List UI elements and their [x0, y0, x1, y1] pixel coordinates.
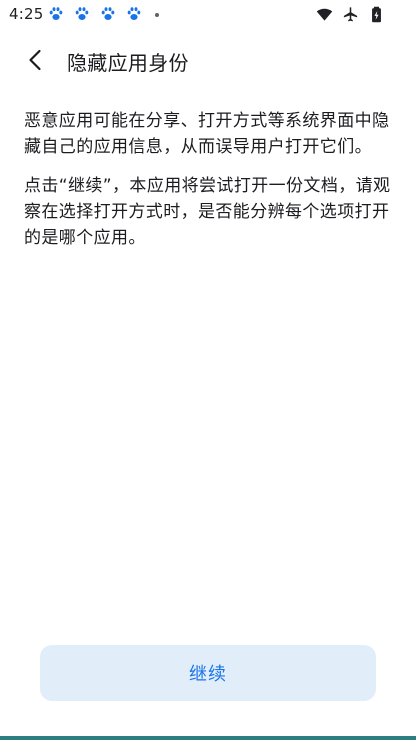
paw-icon — [127, 7, 141, 20]
battery-icon — [372, 6, 381, 23]
more-notifications-dot — [155, 13, 159, 17]
wifi-icon — [316, 8, 333, 21]
back-button[interactable] — [20, 44, 50, 76]
page-title: 隐藏应用身份 — [67, 51, 189, 75]
paw-icon — [75, 7, 89, 20]
navigation-bar — [0, 736, 416, 740]
description-paragraph-1: 恶意应用可能在分享、打开方式等系统界面中隐藏自己的应用信息，从而误导用户打开它们… — [24, 111, 390, 157]
status-bar: 4:25 — [0, 0, 416, 30]
screen: 4:25 隐藏应用身份 恶意应用可能在分享、打开方式等系统界面中隐藏自己的应用信… — [0, 0, 416, 740]
continue-button-label: 继续 — [189, 664, 227, 685]
system-icons — [316, 6, 385, 23]
notification-icons — [48, 6, 142, 22]
description: 恶意应用可能在分享、打开方式等系统界面中隐藏自己的应用信息，从而误导用户打开它们… — [24, 108, 394, 251]
paw-icon — [101, 7, 115, 20]
status-time: 4:25 — [9, 5, 44, 23]
continue-button[interactable]: 继续 — [40, 645, 376, 701]
arrow-back-icon — [29, 49, 41, 71]
airplane-icon — [343, 7, 358, 22]
description-paragraph-2: 点击“继续”，本应用将尝试打开一份文档，请观察在选择打开方式时，是否能分辨每个选… — [24, 176, 391, 248]
paw-icon — [49, 7, 63, 20]
app-header: 隐藏应用身份 — [0, 36, 416, 84]
